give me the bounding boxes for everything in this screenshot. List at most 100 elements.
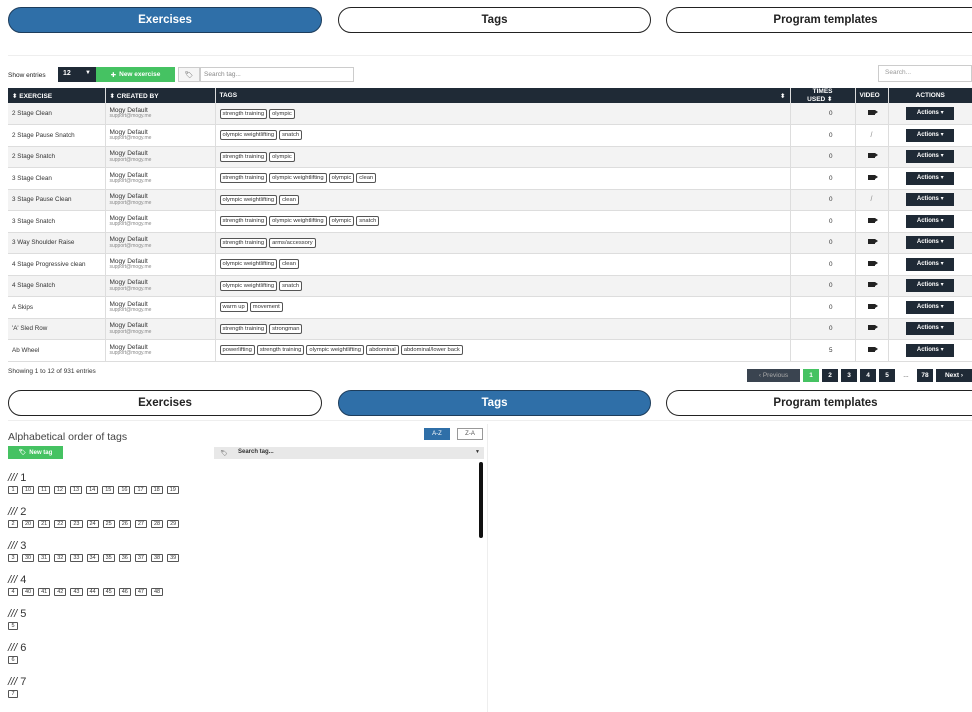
tag-box[interactable]: 39 bbox=[167, 554, 180, 562]
tag-chip[interactable]: abdominal bbox=[365, 345, 399, 356]
tag-box[interactable]: 26 bbox=[118, 520, 131, 528]
tag-chip[interactable]: movement bbox=[249, 302, 283, 313]
tag-chip[interactable]: olympic weightlifting bbox=[219, 194, 278, 205]
exercise-name[interactable]: 2 Stage Pause Snatch bbox=[8, 124, 106, 147]
tag-chip[interactable]: clean bbox=[279, 259, 299, 270]
tag-box[interactable]: 20 bbox=[22, 520, 35, 528]
tag-box[interactable]: 17 bbox=[134, 486, 147, 494]
tag-chip[interactable]: snatch bbox=[279, 130, 303, 141]
search-input[interactable]: Search... bbox=[878, 65, 972, 82]
tag-box[interactable]: 27 bbox=[134, 520, 147, 528]
tag-box[interactable]: 5 bbox=[8, 622, 18, 630]
tag-box[interactable]: 42 bbox=[54, 588, 67, 596]
tab-program-templates[interactable]: Program templates bbox=[666, 390, 972, 416]
new-tag-button[interactable]: 🏷 New tag bbox=[8, 446, 63, 459]
table-row[interactable]: 4 Stage Progressive clean Mogy Default sup… bbox=[8, 253, 972, 276]
actions-dropdown-button[interactable]: Actions ▾ bbox=[906, 214, 955, 228]
tag-chip[interactable]: strength training bbox=[219, 173, 268, 184]
tag-chip[interactable]: strength training bbox=[256, 345, 305, 356]
exercise-name[interactable]: 2 Stage Clean bbox=[8, 103, 106, 125]
tag-box[interactable]: 25 bbox=[102, 520, 115, 528]
col-times-used[interactable]: TIMES USED ⬍ bbox=[790, 88, 856, 103]
tab-exercises[interactable]: Exercises bbox=[8, 7, 322, 33]
exercise-name[interactable]: 'A' Sled Row bbox=[8, 318, 106, 340]
tag-box[interactable]: 11 bbox=[38, 486, 50, 494]
tag-chip[interactable]: strength training bbox=[219, 151, 268, 162]
video-camera-icon[interactable] bbox=[868, 153, 878, 159]
entries-select[interactable]: 12 ▼ bbox=[58, 67, 96, 82]
tag-box[interactable]: 6 bbox=[8, 656, 18, 664]
video-camera-icon[interactable] bbox=[868, 325, 878, 331]
tag-box[interactable]: 37 bbox=[134, 554, 147, 562]
col-created-by[interactable]: ⬍ CREATED BY bbox=[105, 88, 216, 103]
tag-chip[interactable]: strength training bbox=[219, 216, 268, 227]
tag-chip[interactable]: warm up bbox=[219, 302, 248, 313]
table-row[interactable]: 2 Stage Clean Mogy Default support@mogy.me… bbox=[8, 103, 972, 125]
tag-chip[interactable]: strongman bbox=[269, 323, 303, 334]
tag-box[interactable]: 33 bbox=[70, 554, 83, 562]
tag-box[interactable]: 32 bbox=[54, 554, 67, 562]
tag-box[interactable]: 34 bbox=[86, 554, 99, 562]
page-button[interactable]: 3 bbox=[841, 369, 857, 382]
table-row[interactable]: 3 Stage Clean Mogy Default support@mogy.me… bbox=[8, 167, 972, 190]
exercise-name[interactable]: 3 Way Shoulder Raise bbox=[8, 232, 106, 254]
tag-box[interactable]: 10 bbox=[22, 486, 35, 494]
tag-box[interactable]: 16 bbox=[118, 486, 131, 494]
actions-dropdown-button[interactable]: Actions ▾ bbox=[906, 128, 955, 142]
video-camera-icon[interactable] bbox=[868, 346, 878, 352]
page-button[interactable]: 78 bbox=[917, 369, 933, 382]
table-row[interactable]: 3 Stage Pause Clean Mogy Default support@m… bbox=[8, 189, 972, 211]
scrollbar[interactable] bbox=[479, 462, 483, 538]
exercise-name[interactable]: Ab Wheel bbox=[8, 339, 106, 362]
tag-chip[interactable]: olympic weightlifting bbox=[219, 130, 278, 141]
search-tag-input[interactable]: Search tag... bbox=[200, 67, 354, 82]
tab-tags[interactable]: Tags bbox=[338, 7, 651, 33]
tag-box[interactable]: 45 bbox=[102, 588, 115, 596]
sort-za-button[interactable]: Z-A bbox=[457, 428, 483, 440]
page-button-current[interactable]: 1 bbox=[803, 369, 819, 382]
tag-chip[interactable]: strength training bbox=[219, 323, 268, 334]
page-button[interactable]: 5 bbox=[879, 369, 895, 382]
video-camera-icon[interactable] bbox=[868, 282, 878, 288]
actions-dropdown-button[interactable]: Actions ▾ bbox=[906, 343, 955, 357]
tag-chip[interactable]: powerlifting bbox=[219, 345, 255, 356]
actions-dropdown-button[interactable]: Actions ▾ bbox=[906, 107, 955, 120]
tag-chip[interactable]: olympic weightlifting bbox=[269, 216, 327, 227]
tag-chip[interactable]: arms/accessory bbox=[269, 237, 316, 248]
tag-box[interactable]: 41 bbox=[38, 588, 51, 596]
tag-box[interactable]: 1 bbox=[8, 486, 18, 494]
tag-box[interactable]: 47 bbox=[134, 588, 147, 596]
exercise-name[interactable]: 3 Stage Pause Clean bbox=[8, 189, 106, 211]
tag-box[interactable]: 29 bbox=[167, 520, 180, 528]
col-video[interactable]: VIDEO bbox=[855, 88, 889, 103]
exercise-name[interactable]: 4 Stage Progressive clean bbox=[8, 253, 106, 276]
video-camera-icon[interactable] bbox=[868, 110, 878, 115]
actions-dropdown-button[interactable]: Actions ▾ bbox=[906, 322, 955, 336]
tag-chip[interactable]: olympic weightlifting bbox=[269, 173, 327, 184]
table-row[interactable]: 3 Stage Snatch Mogy Default support@mogy.m… bbox=[8, 210, 972, 233]
exercise-name[interactable]: 4 Stage Snatch bbox=[8, 275, 106, 297]
tag-box[interactable]: 7 bbox=[8, 690, 18, 698]
tag-box[interactable]: 31 bbox=[38, 554, 51, 562]
tag-box[interactable]: 44 bbox=[86, 588, 99, 596]
table-row[interactable]: 2 Stage Pause Snatch Mogy Default support@… bbox=[8, 124, 972, 147]
search-tag-select[interactable]: Search tag... ▼ bbox=[234, 447, 484, 459]
exercise-name[interactable]: 2 Stage Snatch bbox=[8, 146, 106, 168]
tag-box[interactable]: 30 bbox=[22, 554, 35, 562]
tag-chip[interactable]: olympic bbox=[328, 216, 355, 227]
tag-box[interactable]: 38 bbox=[151, 554, 164, 562]
tag-chip[interactable]: olympic bbox=[328, 173, 355, 184]
tag-chip[interactable]: strength training bbox=[219, 108, 268, 119]
tag-chip[interactable]: olympic weightlifting bbox=[306, 345, 364, 356]
tag-chip[interactable]: snatch bbox=[356, 216, 380, 227]
tag-chip[interactable]: clean bbox=[279, 194, 299, 205]
tag-box[interactable]: 48 bbox=[151, 588, 164, 596]
tag-box[interactable]: 21 bbox=[38, 520, 51, 528]
tag-box[interactable]: 15 bbox=[102, 486, 115, 494]
col-exercise[interactable]: ⬍ EXERCISE bbox=[8, 88, 106, 103]
tag-box[interactable]: 2 bbox=[8, 520, 18, 528]
sort-az-button[interactable]: A-Z bbox=[424, 428, 450, 440]
exercise-name[interactable]: 3 Stage Snatch bbox=[8, 210, 106, 233]
video-camera-icon[interactable] bbox=[868, 303, 878, 309]
table-row[interactable]: 'A' Sled Row Mogy Default support@mogy.me s… bbox=[8, 318, 972, 340]
